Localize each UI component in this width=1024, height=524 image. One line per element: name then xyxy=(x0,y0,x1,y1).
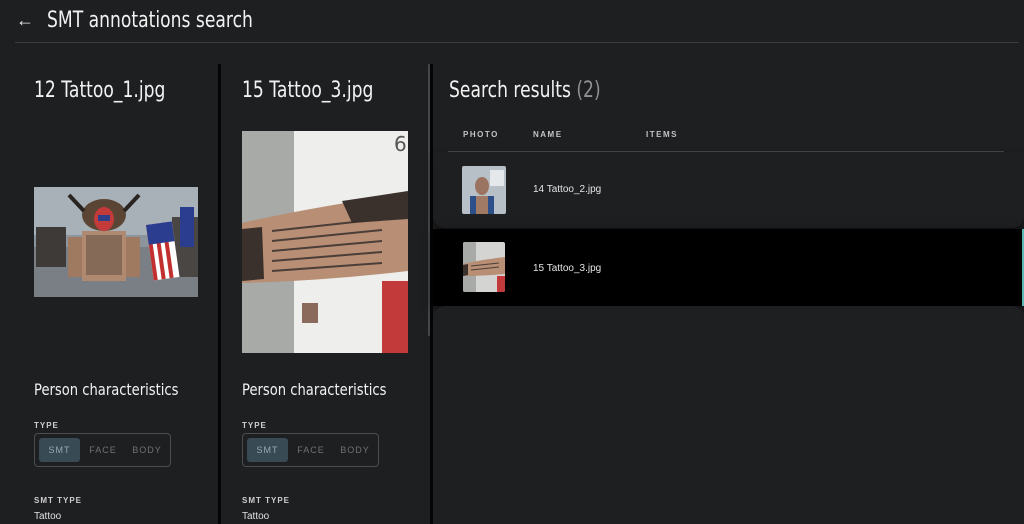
type-segmented-control: SMT FACE BODY xyxy=(242,433,379,467)
results-title-text: Search results xyxy=(449,78,571,103)
type-option-smt[interactable]: SMT xyxy=(39,438,80,462)
results-title: Search results (2) xyxy=(449,78,601,103)
type-label: TYPE xyxy=(34,421,59,430)
section-title: Person characteristics xyxy=(34,380,179,399)
type-label: TYPE xyxy=(242,421,267,430)
image-preview[interactable] xyxy=(34,187,198,297)
page-title: SMT annotations search xyxy=(47,8,253,33)
column-header-items: ITEMS xyxy=(646,130,678,139)
svg-text:6: 6 xyxy=(394,132,407,156)
type-segmented-control: SMT FACE BODY xyxy=(34,433,171,467)
smt-type-label: SMT TYPE xyxy=(242,496,291,505)
thumb-tattoo-photo xyxy=(463,242,505,292)
table-row-selected[interactable]: 15 Tattoo_3.jpg xyxy=(433,229,1024,306)
panel-divider[interactable] xyxy=(218,64,221,524)
smt-type-value: Tattoo xyxy=(242,511,270,522)
type-option-face[interactable]: FACE xyxy=(289,438,333,462)
image-panel-2: 15 Tattoo_3.jpg 6 Person characteristics… xyxy=(225,64,430,524)
type-option-body[interactable]: BODY xyxy=(334,438,376,462)
arrow-left-icon[interactable]: ← xyxy=(14,9,36,31)
image-title: 12 Tattoo_1.jpg xyxy=(34,78,166,103)
type-option-face[interactable]: FACE xyxy=(81,438,125,462)
table-row[interactable]: 14 Tattoo_2.jpg xyxy=(433,152,1024,228)
thumb-person-photo xyxy=(462,166,506,214)
image-title: 15 Tattoo_3.jpg xyxy=(242,78,374,103)
result-thumbnail xyxy=(462,166,506,214)
section-title: Person characteristics xyxy=(242,380,387,399)
result-name: 14 Tattoo_2.jpg xyxy=(533,184,602,195)
results-count: (2) xyxy=(576,78,601,103)
result-name: 15 Tattoo_3.jpg xyxy=(533,263,602,274)
smt-type-value: Tattoo xyxy=(34,511,62,522)
header-divider xyxy=(15,42,1019,43)
search-results-panel: Search results (2) PHOTO NAME ITEMS 14 T… xyxy=(433,64,1024,524)
type-option-smt[interactable]: SMT xyxy=(247,438,288,462)
type-option-body[interactable]: BODY xyxy=(126,438,168,462)
photo-tattoo-arm: 6 xyxy=(242,131,408,353)
column-header-name: NAME xyxy=(533,130,563,139)
image-preview[interactable]: 6 xyxy=(242,131,408,353)
photo-crowd-flag xyxy=(34,187,198,297)
results-empty-area xyxy=(433,306,1024,524)
column-header-photo: PHOTO xyxy=(463,130,499,139)
smt-type-label: SMT TYPE xyxy=(34,496,83,505)
top-bar: ← SMT annotations search xyxy=(0,0,1024,42)
image-panel-1: 12 Tattoo_1.jpg Person characteristics T… xyxy=(18,64,218,524)
result-thumbnail xyxy=(463,242,505,292)
